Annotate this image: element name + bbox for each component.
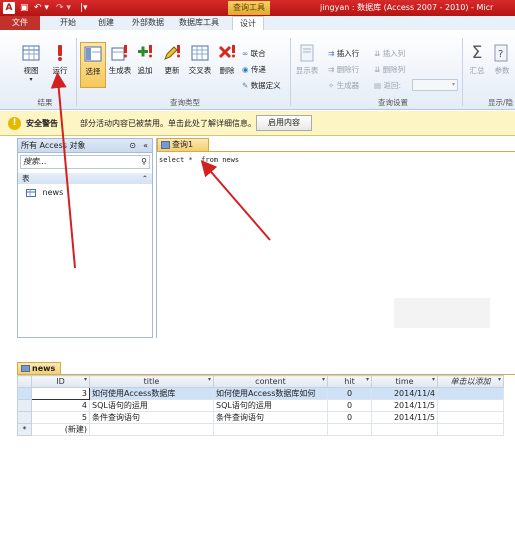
chevron-down-icon[interactable]: ▾ [208, 376, 211, 383]
cell-empty[interactable] [371, 423, 438, 436]
cell-empty[interactable] [437, 423, 504, 436]
new-record-marker[interactable]: * [17, 423, 32, 436]
datasheet-grid: ID ▾ title ▾ content ▾ hit ▾ time ▾ 单击以添加 ▾ 3 … [17, 374, 515, 538]
cell-title[interactable]: SQL语句的运用 [89, 399, 214, 412]
chevron-down-icon[interactable]: ▾ [432, 376, 435, 383]
column-header-content[interactable]: content ▾ [213, 375, 328, 388]
cell-empty[interactable] [213, 423, 328, 436]
column-header-hit[interactable]: hit ▾ [327, 375, 372, 388]
news-document-tab[interactable]: news [17, 362, 61, 374]
cell-time[interactable]: 2014/11/5 [371, 399, 438, 412]
table-row[interactable]: 3 如何使用Access数据库 如何使用Access数据库如何 0 2014/1… [17, 387, 504, 400]
cell-id[interactable]: 5 [31, 411, 90, 424]
chevron-down-icon[interactable]: ▾ [366, 376, 369, 383]
annotation-arrow-run [50, 72, 76, 269]
table-row[interactable]: 4 SQL语句的运用 SQL语句的运用 0 2014/11/5 [17, 399, 504, 412]
row-selector[interactable] [17, 387, 32, 400]
cell-id[interactable]: 4 [31, 399, 90, 412]
new-record-label[interactable]: (新建) [31, 423, 90, 436]
cell-title[interactable]: 条件查询语句 [89, 411, 214, 424]
column-header-click-to-add[interactable]: 单击以添加 ▾ [437, 375, 504, 388]
table-row[interactable]: 5 条件查询语句 条件查询语句 0 2014/11/5 [17, 411, 504, 424]
blur-patch [394, 298, 490, 328]
column-header-id[interactable]: ID ▾ [31, 375, 90, 388]
column-header-row: ID ▾ title ▾ content ▾ hit ▾ time ▾ 单击以添加 ▾ [17, 375, 504, 388]
cell-time[interactable]: 2014/11/4 [371, 387, 438, 400]
cell-empty[interactable] [327, 423, 372, 436]
chevron-down-icon[interactable]: ▾ [322, 376, 325, 383]
cell-hit[interactable]: 0 [327, 399, 372, 412]
column-header-title[interactable]: title ▾ [89, 375, 214, 388]
chevron-down-icon[interactable]: ▾ [84, 376, 87, 383]
row-selector[interactable] [17, 399, 32, 412]
cell-content[interactable]: 如何使用Access数据库如何 [213, 387, 328, 400]
cell-hit[interactable]: 0 [327, 411, 372, 424]
cell-title[interactable]: 如何使用Access数据库 [89, 387, 214, 400]
cell-empty[interactable] [89, 423, 214, 436]
column-header-time[interactable]: time ▾ [371, 375, 438, 388]
cell-time[interactable]: 2014/11/5 [371, 411, 438, 424]
cell-content[interactable]: 条件查询语句 [213, 411, 328, 424]
cell-hit[interactable]: 0 [327, 387, 372, 400]
cell-empty[interactable] [437, 411, 504, 424]
annotation-arrow-sql [200, 159, 271, 241]
new-record-row[interactable]: * (新建) [17, 423, 504, 436]
chevron-down-icon[interactable]: ▾ [498, 376, 501, 383]
cell-id[interactable]: 3 [31, 387, 90, 400]
cell-content[interactable]: SQL语句的运用 [213, 399, 328, 412]
row-selector[interactable] [17, 411, 32, 424]
cell-empty[interactable] [437, 387, 504, 400]
table-icon [21, 365, 30, 372]
cell-empty[interactable] [437, 399, 504, 412]
row-selector-header[interactable] [17, 375, 32, 388]
